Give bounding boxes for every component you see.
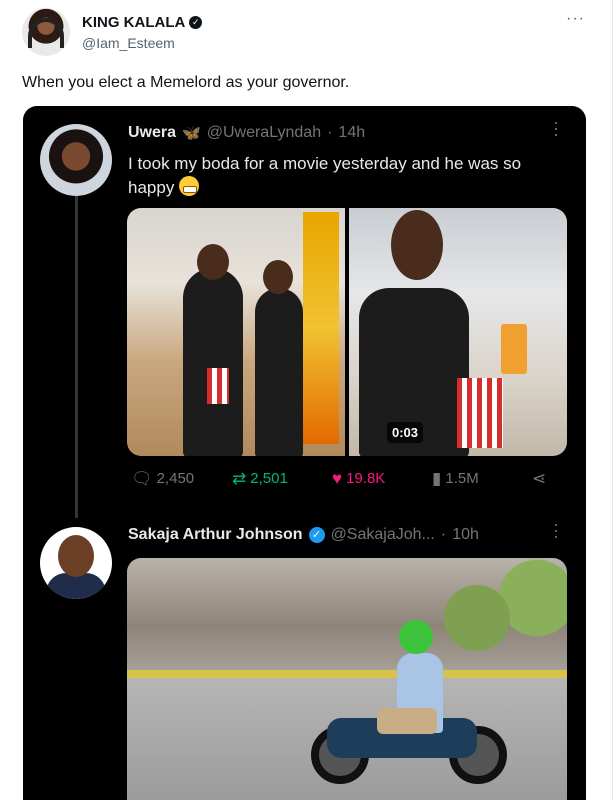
like-count: 19.8K: [346, 470, 386, 487]
share-button[interactable]: ⋖: [532, 470, 546, 487]
rider-pants: [377, 708, 437, 734]
quote2-header: Sakaja Arthur Johnson ✓ @SakajaJoh... · …: [128, 526, 479, 544]
sakaja-avatar[interactable]: [40, 527, 112, 599]
retweet-button[interactable]: ⇄ 2,501: [232, 470, 288, 487]
author-name[interactable]: KING KALALA: [82, 14, 185, 31]
quote2-more-icon[interactable]: ···: [547, 522, 567, 540]
verified-badge-icon: ✓: [308, 527, 325, 543]
quote1-text: I took my boda for a movie yesterday and…: [128, 152, 548, 200]
man-head: [197, 244, 229, 280]
uwera-avatar[interactable]: [40, 124, 112, 196]
green-helmet: [399, 620, 433, 654]
face-graphic: [58, 535, 94, 577]
author-avatar[interactable]: [22, 8, 70, 56]
movie-poster: [303, 212, 339, 444]
headphone-graphic: [28, 18, 64, 48]
quote2-time: 10h: [452, 526, 479, 543]
man-figure: [183, 268, 243, 456]
woman-head: [263, 260, 293, 294]
trees-background: [417, 558, 567, 658]
quote1-action-bar: 🗨 2,450 ⇄ 2,501 ♥ 19.8K ▮ 1.5M ⋖: [127, 470, 567, 494]
quote2-dot: ·: [440, 526, 447, 543]
thread-connector-line: [75, 196, 78, 518]
reply-button[interactable]: 🗨 2,450: [131, 470, 194, 487]
video-thumbnail[interactable]: [349, 208, 567, 456]
quote1-more-icon[interactable]: ···: [547, 120, 567, 138]
quote1-handle[interactable]: @UweraLyndah: [207, 124, 321, 142]
share-icon: ⋖: [532, 469, 547, 488]
boy-head: [391, 210, 443, 280]
popcorn-box: [457, 378, 503, 448]
views-button[interactable]: ▮ 1.5M: [432, 470, 479, 487]
motorcycle-photo[interactable]: [127, 558, 567, 800]
retweet-count: 2,501: [250, 470, 288, 487]
grinning-face-icon: [179, 176, 200, 196]
popcorn-bucket: [207, 368, 229, 404]
video-duration-badge: 0:03: [387, 422, 424, 443]
quote1-dot: ·: [327, 124, 333, 141]
woman-figure: [255, 288, 303, 456]
author-name-row: KING KALALA ✓: [82, 14, 203, 31]
like-button[interactable]: ♥ 19.8K: [332, 470, 385, 487]
butterfly-icon: 🦋: [182, 125, 201, 142]
tweet-card: KING KALALA ✓ @Iam_Esteem ··· When you e…: [0, 0, 613, 800]
heart-icon: ♥: [332, 469, 343, 488]
reply-count: 2,450: [156, 470, 195, 487]
quote2-name[interactable]: Sakaja Arthur Johnson: [128, 526, 303, 544]
tweet-text: When you elect a Memelord as your govern…: [22, 74, 350, 91]
quote1-header: Uwera 🦋 @UweraLyndah · 14h: [128, 124, 365, 142]
views-count: 1.5M: [445, 470, 479, 487]
quote1-time: 14h: [338, 124, 366, 141]
quoted-screenshot[interactable]: Uwera 🦋 @UweraLyndah · 14h ··· I took my…: [23, 106, 586, 800]
quote2-handle[interactable]: @SakajaJoh...: [331, 526, 435, 544]
verified-badge-icon: ✓: [189, 16, 203, 29]
drink-cup: [501, 324, 527, 374]
retweet-icon: ⇄: [232, 469, 247, 488]
cinema-photo[interactable]: [127, 208, 345, 456]
more-options-icon[interactable]: ···: [566, 10, 585, 28]
author-handle[interactable]: @Iam_Esteem: [82, 35, 175, 51]
reply-icon: 🗨: [131, 469, 153, 488]
quote1-name[interactable]: Uwera: [128, 124, 176, 142]
bar-chart-icon: ▮: [432, 469, 442, 488]
